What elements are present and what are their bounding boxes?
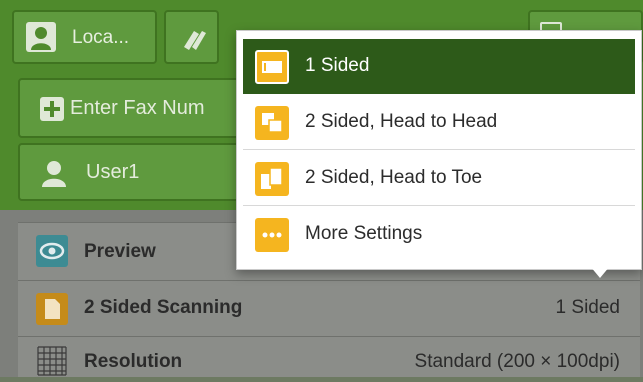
option-1-sided-label: 1 Sided bbox=[305, 55, 370, 76]
option-more-settings-label: More Settings bbox=[305, 223, 423, 244]
two-sided-scanning-dropdown: 1 Sided 2 Sided, Head to Head 2 Sided, H… bbox=[236, 30, 642, 270]
location-button[interactable]: Loca... bbox=[12, 10, 157, 64]
fax-number-placeholder: Enter Fax Num bbox=[70, 97, 205, 119]
option-2-sided-head-to-head[interactable]: 2 Sided, Head to Head bbox=[243, 95, 635, 150]
fax-number-input[interactable]: Enter Fax Num bbox=[18, 78, 243, 138]
eye-icon bbox=[36, 235, 68, 267]
two-sided-scanning-value: 1 Sided bbox=[555, 297, 620, 318]
pen-button[interactable] bbox=[164, 10, 219, 64]
add-icon bbox=[40, 97, 64, 121]
two-sided-scanning-label: 2 Sided Scanning bbox=[84, 297, 243, 318]
user-button[interactable]: User1 bbox=[18, 143, 243, 201]
user-label: User1 bbox=[86, 161, 140, 183]
user-icon bbox=[26, 22, 56, 52]
option-2-sided-head-to-toe-label: 2 Sided, Head to Toe bbox=[305, 167, 483, 188]
location-button-label: Loca... bbox=[72, 27, 130, 48]
option-more-settings[interactable]: More Settings bbox=[243, 207, 635, 262]
option-1-sided[interactable]: 1 Sided bbox=[243, 39, 635, 94]
resolution-value: Standard (200 × 100dpi) bbox=[414, 351, 620, 372]
two-sided-scanning-row[interactable]: 2 Sided Scanning 1 Sided bbox=[18, 280, 640, 336]
user-icon bbox=[42, 161, 66, 187]
document-icon bbox=[36, 293, 68, 325]
option-2-sided-head-to-toe[interactable]: 2 Sided, Head to Toe bbox=[243, 151, 635, 206]
grid-icon bbox=[36, 345, 68, 377]
pen-icon bbox=[184, 31, 206, 50]
resolution-row[interactable]: Resolution Standard (200 × 100dpi) bbox=[18, 336, 640, 377]
one-sided-icon bbox=[255, 50, 289, 84]
resolution-label: Resolution bbox=[84, 351, 183, 372]
option-2-sided-head-to-head-label: 2 Sided, Head to Head bbox=[305, 111, 498, 132]
more-icon bbox=[255, 218, 289, 252]
preview-label: Preview bbox=[84, 241, 156, 262]
two-sided-head-to-toe-icon bbox=[255, 162, 289, 196]
two-sided-head-to-head-icon bbox=[255, 106, 289, 140]
dropdown-pointer bbox=[590, 266, 610, 278]
